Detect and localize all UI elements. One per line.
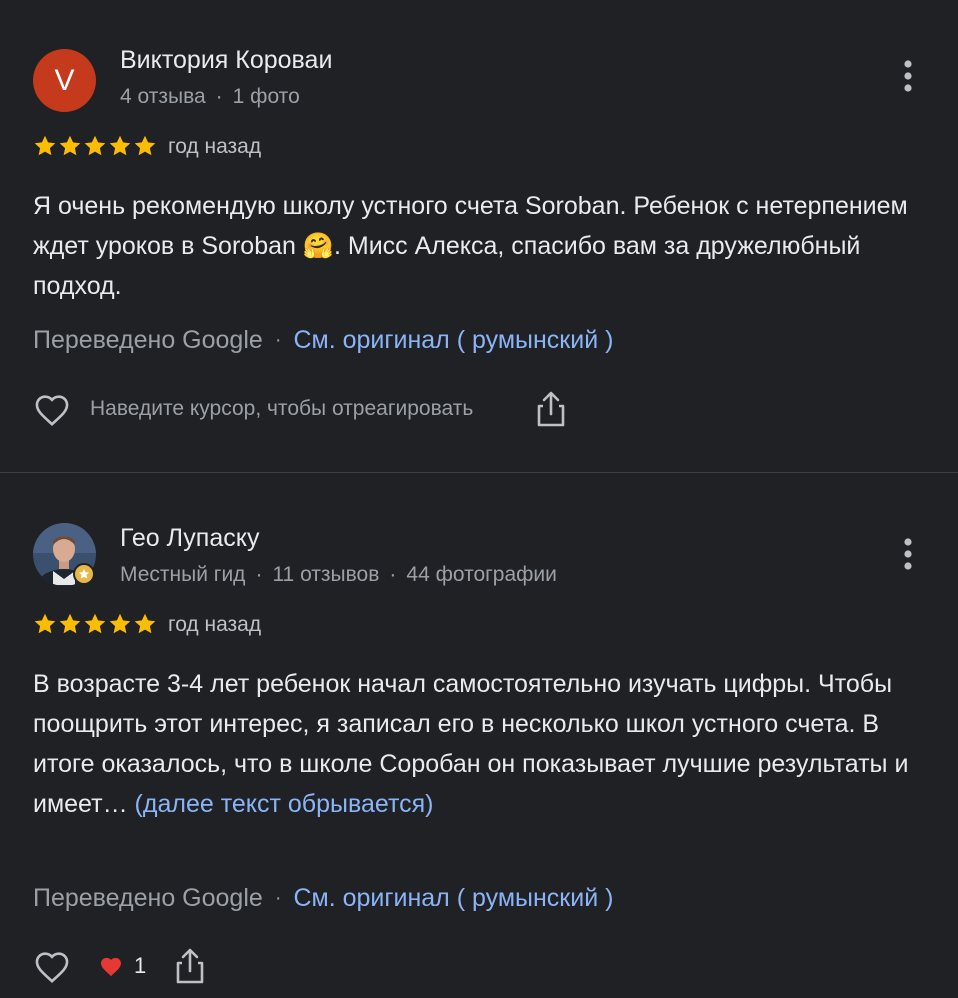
heart-outline-icon: [35, 952, 69, 983]
more-options-button[interactable]: [888, 532, 928, 576]
star-rating: [33, 612, 158, 636]
more-vert-icon: [904, 538, 912, 570]
translated-by-label: Переведено Google: [33, 326, 263, 354]
translation-info: Переведено Google · См. оригинал ( румын…: [33, 326, 613, 355]
photo-count: 1 фото: [232, 85, 300, 108]
translated-by-label: Переведено Google: [33, 884, 263, 912]
share-icon: [537, 391, 565, 427]
author-name[interactable]: Виктория Короваи: [120, 46, 332, 75]
star-icon: [134, 613, 156, 634]
author-name[interactable]: Гео Лупаску: [120, 524, 259, 553]
reaction-hint: Наведите курсор, чтобы отреагировать: [90, 397, 474, 420]
review-divider: [0, 472, 958, 473]
star-icon: [109, 613, 131, 634]
meta-separator: ·: [389, 563, 397, 586]
red-heart-icon: [101, 957, 121, 977]
meta-separator: ·: [255, 563, 263, 586]
star-icon: [134, 135, 156, 156]
share-icon: [176, 948, 204, 984]
author-meta: Местный гид · 11 отзывов · 44 фотографии: [120, 563, 557, 587]
star-icon: [34, 135, 56, 156]
author-meta: 4 отзыва · 1 фото: [120, 85, 300, 109]
like-button[interactable]: [30, 387, 74, 431]
translation-separator: ·: [274, 887, 282, 909]
review-count: 4 отзыва: [120, 85, 206, 108]
star-icon: [84, 135, 106, 156]
star-icon: [59, 135, 81, 156]
avatar[interactable]: [33, 523, 96, 586]
more-vert-icon: [904, 60, 912, 92]
review-card: V Виктория Короваи 4 отзыва · 1 фото год…: [0, 0, 958, 472]
review-card: Гео Лупаску Местный гид · 11 отзывов · 4…: [0, 474, 958, 998]
reaction-count: 1: [134, 953, 147, 978]
avatar[interactable]: V: [33, 49, 96, 112]
share-button[interactable]: [529, 387, 573, 431]
avatar-letter: V: [54, 63, 75, 97]
star-icon: [34, 613, 56, 634]
more-options-button[interactable]: [888, 54, 928, 98]
like-button[interactable]: [30, 944, 74, 988]
local-guide-badge: Местный гид: [120, 563, 246, 586]
read-more-link[interactable]: (далее текст обрывается): [135, 790, 434, 818]
local-guide-star-icon: [79, 569, 89, 579]
star-icon: [59, 613, 81, 634]
translation-separator: ·: [274, 329, 282, 351]
heart-outline-icon: [35, 395, 69, 426]
see-original-link[interactable]: См. оригинал ( румынский ): [293, 326, 613, 355]
star-rating: [33, 134, 158, 158]
reaction-summary[interactable]: 1: [98, 953, 146, 979]
review-actions: 1: [30, 944, 212, 988]
review-actions: Наведите курсор, чтобы отреагировать: [30, 387, 573, 431]
review-count: 11 отзывов: [272, 563, 380, 586]
review-text: В возрасте 3-4 лет ребенок начал самосто…: [33, 664, 933, 824]
review-date: год назад: [168, 613, 262, 636]
star-icon: [109, 135, 131, 156]
review-date: год назад: [168, 135, 262, 158]
photo-count: 44 фотографии: [406, 563, 557, 586]
translation-info: Переведено Google · См. оригинал ( румын…: [33, 884, 613, 913]
see-original-link[interactable]: См. оригинал ( румынский ): [293, 884, 613, 913]
meta-separator: ·: [215, 85, 223, 108]
share-button[interactable]: [168, 944, 212, 988]
star-icon: [84, 613, 106, 634]
review-text: Я очень рекомендую школу устного счета S…: [33, 192, 908, 300]
